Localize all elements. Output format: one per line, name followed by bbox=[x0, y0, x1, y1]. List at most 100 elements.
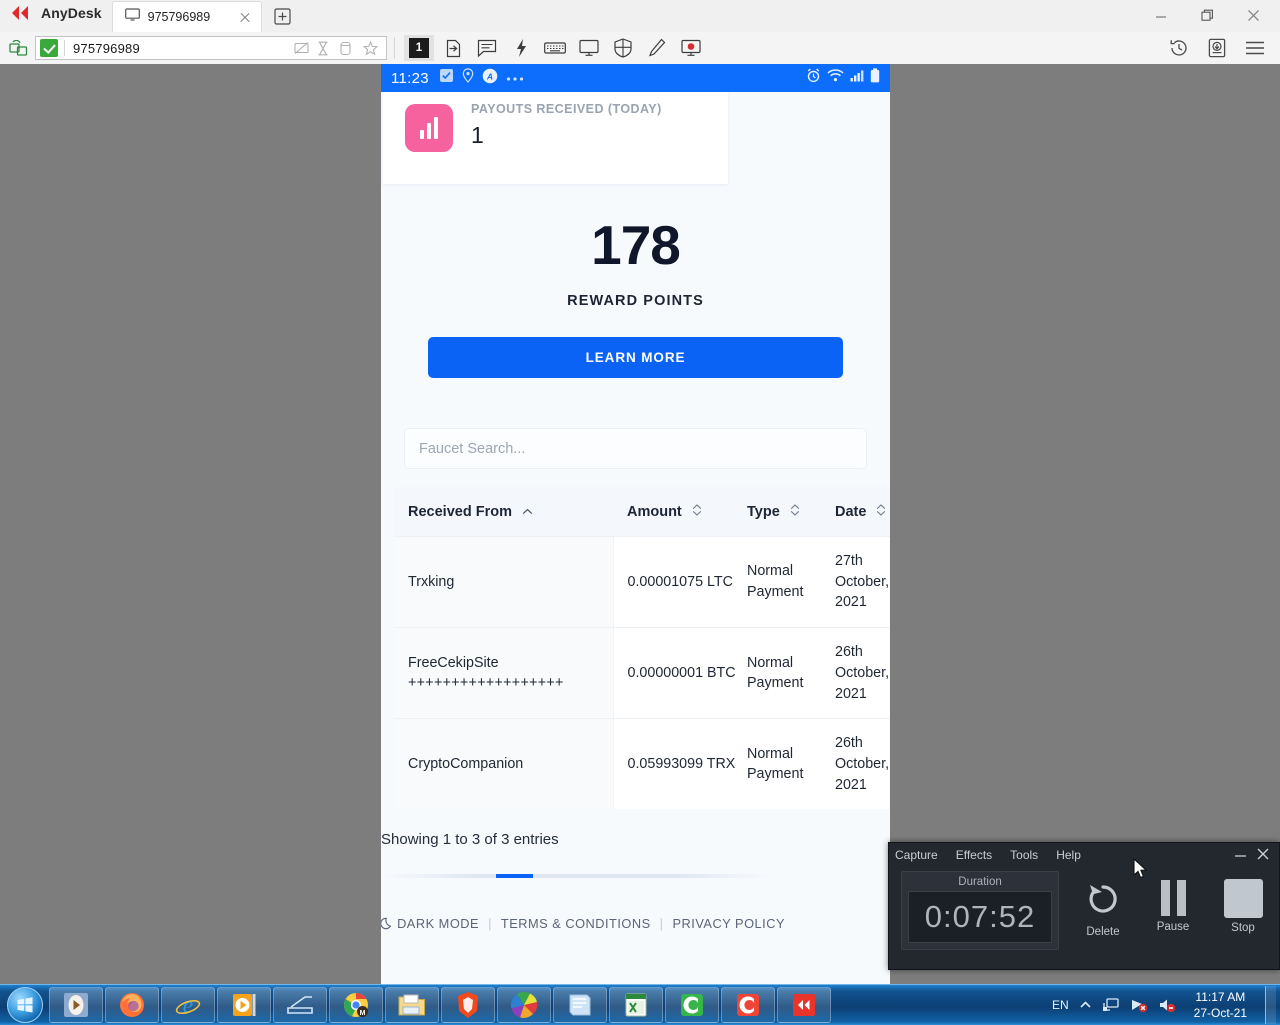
session-count-button[interactable]: 1 bbox=[404, 35, 434, 61]
tray-language[interactable]: EN bbox=[1052, 998, 1069, 1012]
clipboard-icon[interactable] bbox=[340, 41, 355, 56]
video-player-icon[interactable] bbox=[217, 987, 271, 1023]
payouts-table: Received From Amount Type Date Trxking 0… bbox=[394, 487, 890, 810]
keyboard-icon[interactable] bbox=[540, 35, 570, 61]
close-icon[interactable] bbox=[237, 9, 253, 25]
column-header-received-from[interactable]: Received From bbox=[394, 487, 613, 537]
anydesk-tab-label: 975796989 bbox=[147, 10, 211, 24]
column-label-amount: Amount bbox=[627, 504, 682, 520]
menu-help[interactable]: Help bbox=[1056, 848, 1081, 862]
show-hidden-icons-icon[interactable] bbox=[1079, 1000, 1092, 1010]
record-icon[interactable] bbox=[676, 35, 706, 61]
learn-more-button[interactable]: LEARN MORE bbox=[428, 337, 843, 378]
sort-both-icon[interactable] bbox=[692, 503, 702, 521]
anydesk-icon[interactable] bbox=[777, 987, 831, 1023]
pause-recording-button[interactable]: Pause bbox=[1145, 879, 1201, 933]
screen-recorder-widget: Capture Effects Tools Help Duration 0:07… bbox=[888, 842, 1280, 970]
screen-off-icon[interactable] bbox=[294, 41, 309, 56]
history-icon[interactable] bbox=[1164, 35, 1194, 61]
window-minimize-button[interactable] bbox=[1138, 0, 1184, 31]
column-header-date[interactable]: Date bbox=[835, 487, 890, 537]
camtasia-green-icon[interactable] bbox=[665, 987, 719, 1023]
favorite-star-icon[interactable] bbox=[362, 40, 379, 56]
table-row[interactable]: FreeCekipSite ++++++++++++++++++ 0.00000… bbox=[394, 627, 890, 719]
duration-display: 0:07:52 bbox=[908, 891, 1052, 943]
anydesk-session-tab[interactable]: 975796989 bbox=[111, 1, 262, 32]
sort-asc-icon[interactable] bbox=[522, 504, 533, 520]
anydesk-titlebar: AnyDesk 975796989 bbox=[0, 0, 1280, 33]
cell-amount: 0.00001075 LTC bbox=[613, 535, 747, 628]
color-wheel-icon[interactable] bbox=[497, 987, 551, 1023]
network-icon[interactable] bbox=[1102, 997, 1120, 1013]
column-header-type[interactable]: Type bbox=[747, 487, 835, 537]
file-transfer-icon[interactable] bbox=[438, 35, 468, 61]
notepad-icon[interactable] bbox=[553, 987, 607, 1023]
window-restore-button[interactable] bbox=[1184, 0, 1230, 31]
excel-icon[interactable] bbox=[609, 987, 663, 1023]
camtasia-red-icon[interactable] bbox=[721, 987, 775, 1023]
new-tab-button[interactable] bbox=[270, 3, 296, 29]
menu-effects[interactable]: Effects bbox=[956, 848, 992, 862]
download-icon[interactable] bbox=[1202, 35, 1232, 61]
whiteboard-pen-icon[interactable] bbox=[642, 35, 672, 61]
cell-amount: 0.00000001 BTC bbox=[613, 627, 747, 719]
dark-mode-toggle[interactable]: DARK MODE bbox=[381, 916, 479, 931]
wifi-icon bbox=[827, 69, 844, 87]
chrome-icon[interactable]: M bbox=[329, 987, 383, 1023]
chat-icon[interactable] bbox=[472, 35, 502, 61]
battery-icon bbox=[870, 68, 880, 88]
phone-status-bar: 11:23 A bbox=[381, 64, 890, 92]
internet-explorer-icon[interactable]: e bbox=[161, 987, 215, 1023]
mouse-cursor bbox=[1133, 857, 1149, 880]
sort-both-icon[interactable] bbox=[876, 503, 886, 521]
session-count-badge: 1 bbox=[409, 38, 429, 58]
terms-and-conditions-link[interactable]: TERMS & CONDITIONS bbox=[501, 916, 651, 931]
recorder-minimize-button[interactable] bbox=[1234, 849, 1247, 862]
status-bar-system-icons bbox=[806, 68, 880, 88]
show-desktop-button[interactable] bbox=[1265, 986, 1276, 1024]
media-player-icon[interactable] bbox=[49, 987, 103, 1023]
privacy-policy-link[interactable]: PRIVACY POLICY bbox=[673, 916, 786, 931]
entries-info: Showing 1 to 3 of 3 entries bbox=[381, 809, 890, 849]
permissions-shield-icon[interactable] bbox=[608, 35, 638, 61]
table-row[interactable]: Trxking 0.00001075 LTC Normal Payment 27… bbox=[394, 535, 890, 628]
monitor-icon bbox=[124, 7, 140, 27]
display-icon[interactable] bbox=[574, 35, 604, 61]
system-tray: EN 11:17 AM 27-Oct-21 bbox=[1052, 985, 1280, 1025]
address-input-value[interactable]: 975796989 bbox=[73, 41, 294, 56]
connected-check-icon bbox=[40, 39, 58, 57]
taskbar-clock[interactable]: 11:17 AM 27-Oct-21 bbox=[1186, 989, 1255, 1021]
firefox-icon[interactable] bbox=[105, 987, 159, 1023]
menu-tools[interactable]: Tools bbox=[1010, 848, 1038, 862]
start-orb-icon[interactable] bbox=[2, 986, 48, 1024]
actions-lightning-icon[interactable] bbox=[506, 35, 536, 61]
table-row[interactable]: CryptoCompanion 0.05993099 TRX Normal Pa… bbox=[394, 718, 890, 810]
anydesk-logo-icon bbox=[12, 5, 34, 21]
address-bar-icons bbox=[294, 40, 386, 56]
recorder-close-button[interactable] bbox=[1257, 848, 1269, 862]
column-header-amount[interactable]: Amount bbox=[613, 487, 747, 537]
window-close-button[interactable] bbox=[1230, 0, 1276, 31]
menu-capture[interactable]: Capture bbox=[895, 848, 938, 862]
volume-muted-icon[interactable] bbox=[1158, 997, 1176, 1013]
search-input[interactable] bbox=[404, 428, 867, 469]
hourglass-icon[interactable] bbox=[317, 41, 332, 56]
brave-icon[interactable] bbox=[441, 987, 495, 1023]
scanner-icon[interactable] bbox=[273, 987, 327, 1023]
footer-separator: | bbox=[488, 916, 492, 932]
address-bar[interactable]: 975796989 bbox=[35, 36, 387, 60]
file-explorer-icon[interactable] bbox=[385, 987, 439, 1023]
payouts-card-text: PAYOUTS RECEIVED (TODAY) 1 bbox=[471, 100, 662, 149]
menu-icon[interactable] bbox=[1240, 35, 1270, 61]
connections-icon[interactable] bbox=[5, 35, 31, 61]
cell-date: 26th October, 2021 bbox=[835, 627, 890, 719]
stop-recording-button[interactable]: Stop bbox=[1215, 879, 1271, 934]
pagination-active-page[interactable] bbox=[496, 874, 533, 879]
dark-mode-label: DARK MODE bbox=[397, 916, 480, 932]
stop-icon bbox=[1223, 879, 1263, 918]
duration-panel: Duration 0:07:52 bbox=[901, 871, 1059, 950]
pagination-indicator[interactable] bbox=[381, 874, 771, 879]
network-error-icon[interactable] bbox=[1130, 997, 1148, 1013]
delete-recording-button[interactable]: Delete bbox=[1075, 879, 1131, 938]
sort-both-icon[interactable] bbox=[790, 503, 800, 521]
